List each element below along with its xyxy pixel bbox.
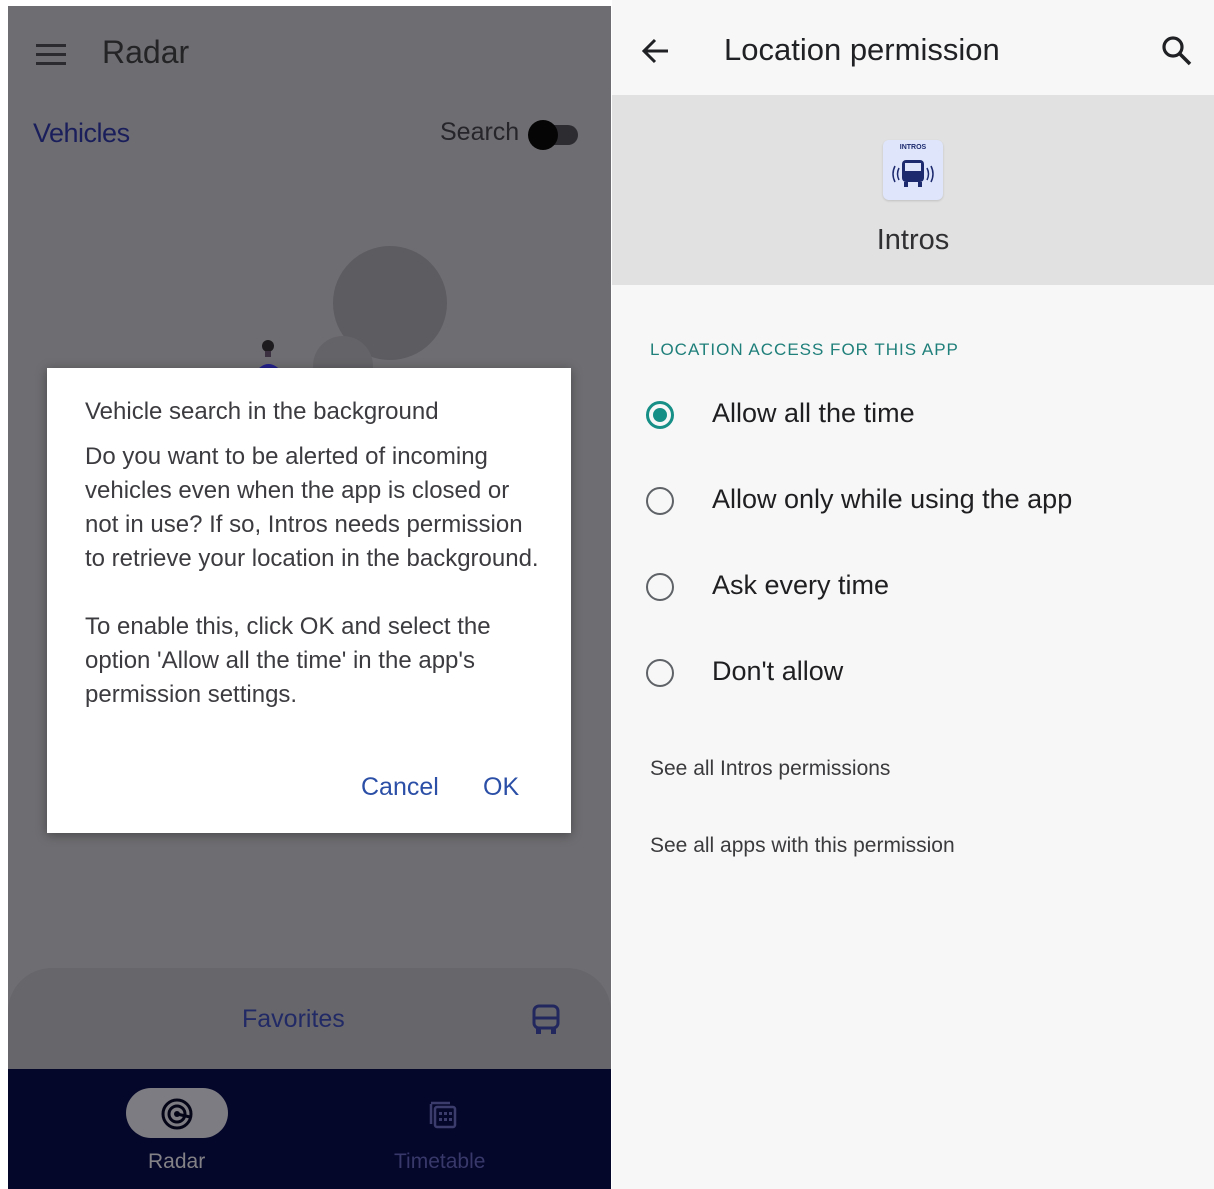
radar-icon bbox=[161, 1098, 193, 1130]
background-location-dialog: Vehicle search in the background Do you … bbox=[47, 368, 571, 833]
see-all-apps-with-permission-link[interactable]: See all apps with this permission bbox=[650, 834, 955, 858]
radio-unselected-icon[interactable] bbox=[646, 573, 674, 601]
see-all-app-permissions-link[interactable]: See all Intros permissions bbox=[650, 757, 890, 781]
option-label: Allow all the time bbox=[712, 398, 915, 428]
app-bar-title: Radar bbox=[102, 34, 190, 70]
location-permission-screen: Location permission INTROS Intros LOCATI… bbox=[612, 0, 1214, 1189]
nav-label-timetable[interactable]: Timetable bbox=[394, 1150, 485, 1174]
ok-button[interactable]: OK bbox=[483, 773, 519, 802]
option-label: Allow only while using the app bbox=[712, 484, 1073, 514]
dialog-message: Do you want to be alerted of incoming ve… bbox=[85, 443, 539, 708]
toggle-thumb bbox=[528, 120, 558, 150]
search-toggle[interactable] bbox=[528, 120, 578, 150]
app-name: Intros bbox=[876, 224, 950, 256]
cancel-button[interactable]: Cancel bbox=[361, 773, 439, 802]
app-icon: INTROS bbox=[883, 140, 943, 200]
option-dont-allow[interactable]: Don't allow bbox=[644, 651, 1204, 701]
radio-unselected-icon[interactable] bbox=[646, 487, 674, 515]
radio-selected-icon[interactable] bbox=[646, 401, 674, 429]
search-toggle-label: Search bbox=[440, 118, 520, 146]
page-title: Location permission bbox=[724, 32, 1000, 67]
bus-signal-icon bbox=[892, 160, 934, 187]
option-label: Don't allow bbox=[712, 656, 844, 686]
option-label: Ask every time bbox=[712, 570, 890, 600]
vehicles-heading: Vehicles bbox=[33, 118, 130, 148]
back-arrow-icon[interactable] bbox=[640, 36, 672, 66]
radio-unselected-icon[interactable] bbox=[646, 659, 674, 687]
menu-icon[interactable] bbox=[36, 44, 68, 68]
bus-icon[interactable] bbox=[532, 1004, 560, 1036]
bottom-navigation bbox=[8, 1069, 611, 1189]
dialog-title: Vehicle search in the background bbox=[85, 398, 439, 425]
search-icon[interactable] bbox=[1160, 34, 1194, 68]
option-allow-all-the-time[interactable]: Allow all the time bbox=[644, 393, 1204, 443]
app-icon-text: INTROS bbox=[899, 144, 927, 151]
nav-label-radar[interactable]: Radar bbox=[148, 1150, 205, 1174]
favorites-label[interactable]: Favorites bbox=[242, 1005, 345, 1034]
option-allow-while-using[interactable]: Allow only while using the app bbox=[644, 479, 1204, 529]
timetable-icon[interactable] bbox=[428, 1098, 458, 1130]
option-ask-every-time[interactable]: Ask every time bbox=[644, 565, 1204, 615]
section-caption: LOCATION ACCESS FOR THIS APP bbox=[650, 340, 959, 359]
